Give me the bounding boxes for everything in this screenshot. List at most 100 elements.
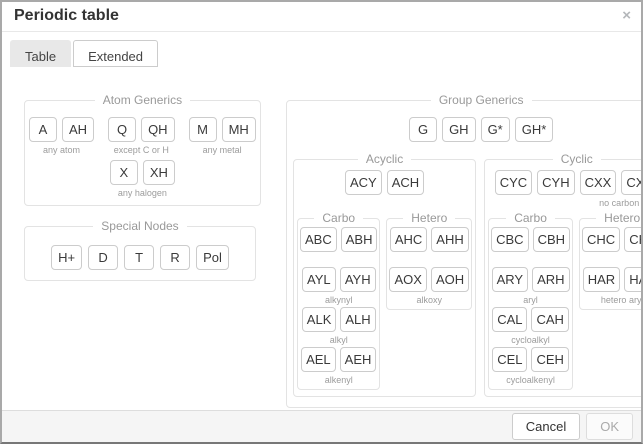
btn-ayh[interactable]: AYH [340, 267, 376, 292]
group-caption: alkyl [330, 334, 348, 346]
group-generics-columns: Acyclic ACY ACH [291, 152, 643, 401]
group-caption: no carbon [599, 197, 639, 209]
atom-group-any-metal: M MH any metal [189, 117, 256, 156]
btn-aeh[interactable]: AEH [340, 347, 377, 372]
btn-m[interactable]: M [189, 117, 217, 142]
dialog-header: Periodic table × [2, 2, 641, 32]
btn-chh[interactable]: CHH [624, 227, 643, 252]
cyclic-top-row: CYC CYH CXX CXH no carbon [488, 170, 643, 209]
group-caption: cycloalkenyl [506, 374, 555, 386]
group-caption: except C or H [114, 144, 169, 156]
btn-x[interactable]: X [110, 160, 138, 185]
right-column: Group Generics G GH G* GH* Acyclic [286, 93, 643, 408]
cyclic-hetero-section: Hetero CHC CHH [579, 211, 643, 310]
btn-alh[interactable]: ALH [340, 307, 375, 332]
special-nodes-row: H+ D T R Pol [29, 245, 251, 270]
btn-g-star[interactable]: G* [481, 117, 510, 142]
btn-cyh[interactable]: CYH [537, 170, 574, 195]
ok-button[interactable]: OK [586, 413, 633, 440]
dialog-body: Atom Generics A AH any atom Q QH [2, 67, 641, 408]
acyclic-hetero-section: Hetero AHC AHH [386, 211, 472, 310]
group-caption: any atom [43, 144, 80, 156]
btn-ceh[interactable]: CEH [531, 347, 568, 372]
btn-a[interactable]: A [29, 117, 57, 142]
btn-chc[interactable]: CHC [582, 227, 620, 252]
dialog-title: Periodic table [14, 7, 119, 24]
btn-r[interactable]: R [160, 245, 190, 270]
btn-ary[interactable]: ARY [492, 267, 529, 292]
btn-pol[interactable]: Pol [196, 245, 229, 270]
btn-aoh[interactable]: AOH [431, 267, 469, 292]
btn-q[interactable]: Q [108, 117, 136, 142]
acyclic-section: Acyclic ACY ACH [293, 152, 476, 397]
btn-cyc[interactable]: CYC [495, 170, 532, 195]
acyclic-subgroups: Carbo ABC ABH [297, 211, 472, 390]
special-nodes-section: Special Nodes H+ D T R Pol [24, 219, 256, 281]
btn-alk[interactable]: ALK [302, 307, 337, 332]
tab-bar: Table Extended [10, 40, 641, 67]
atom-generics-row-2: X XH any halogen [29, 160, 256, 199]
btn-qh[interactable]: QH [141, 117, 175, 142]
btn-cel[interactable]: CEL [492, 347, 527, 372]
cyclic-carbo-section: Carbo CBC CBH [488, 211, 573, 390]
btn-ah[interactable]: AH [62, 117, 94, 142]
btn-aox[interactable]: AOX [389, 267, 426, 292]
atom-generics-section: Atom Generics A AH any atom Q QH [24, 93, 261, 206]
group-caption: alkenyl [325, 374, 353, 386]
cyclic-subgroups: Carbo CBC CBH [488, 211, 643, 390]
btn-cbc[interactable]: CBC [491, 227, 528, 252]
acyclic-top-row: ACY ACH [297, 170, 472, 209]
left-column: Atom Generics A AH any atom Q QH [24, 93, 256, 408]
group-caption: alkynyl [325, 294, 353, 306]
btn-abh[interactable]: ABH [341, 227, 378, 252]
group-generics-section: Group Generics G GH G* GH* Acyclic [286, 93, 643, 408]
acyclic-carbo-section: Carbo ABC ABH [297, 211, 380, 390]
btn-hah[interactable]: HAH [624, 267, 643, 292]
group-caption: cycloalkyl [511, 334, 550, 346]
acyclic-legend: Acyclic [358, 152, 411, 166]
btn-cxx[interactable]: CXX [580, 170, 617, 195]
close-icon[interactable]: × [622, 8, 631, 23]
btn-xh[interactable]: XH [143, 160, 175, 185]
atom-generics-row-1: A AH any atom Q QH except C or H [29, 117, 256, 156]
carbo-legend: Carbo [314, 211, 363, 225]
btn-arh[interactable]: ARH [532, 267, 569, 292]
tab-extended[interactable]: Extended [73, 40, 158, 67]
btn-cbh[interactable]: CBH [533, 227, 570, 252]
atom-group-any-halogen: X XH any halogen [110, 160, 175, 199]
btn-har[interactable]: HAR [583, 267, 620, 292]
btn-d[interactable]: D [88, 245, 118, 270]
group-generics-row: G GH G* GH* [291, 117, 643, 142]
dialog-footer: Cancel OK [2, 410, 641, 442]
atom-group-any-atom: A AH any atom [29, 117, 94, 156]
group-caption: any metal [203, 144, 242, 156]
special-nodes-legend: Special Nodes [93, 219, 186, 233]
hetero-legend: Hetero [596, 211, 643, 225]
btn-ael[interactable]: AEL [301, 347, 336, 372]
atom-generics-legend: Atom Generics [95, 93, 190, 107]
btn-ayl[interactable]: AYL [302, 267, 336, 292]
btn-cal[interactable]: CAL [492, 307, 527, 332]
btn-g[interactable]: G [409, 117, 437, 142]
hetero-legend: Hetero [403, 211, 455, 225]
btn-h-plus[interactable]: H+ [51, 245, 82, 270]
btn-cah[interactable]: CAH [531, 307, 568, 332]
tab-table[interactable]: Table [10, 40, 71, 67]
group-caption: aryl [523, 294, 538, 306]
btn-t[interactable]: T [124, 245, 154, 270]
carbo-legend: Carbo [506, 211, 555, 225]
group-caption: alkoxy [417, 294, 443, 306]
btn-ach[interactable]: ACH [387, 170, 424, 195]
btn-cxh[interactable]: CXH [621, 170, 643, 195]
btn-mh[interactable]: MH [222, 117, 256, 142]
btn-abc[interactable]: ABC [300, 227, 337, 252]
group-caption: any halogen [118, 187, 167, 199]
btn-ahh[interactable]: AHH [431, 227, 468, 252]
group-generics-legend: Group Generics [431, 93, 532, 107]
group-caption: hetero aryl [601, 294, 643, 306]
btn-gh-star[interactable]: GH* [515, 117, 554, 142]
btn-acy[interactable]: ACY [345, 170, 382, 195]
btn-gh[interactable]: GH [442, 117, 476, 142]
btn-ahc[interactable]: AHC [390, 227, 427, 252]
cancel-button[interactable]: Cancel [512, 413, 580, 440]
